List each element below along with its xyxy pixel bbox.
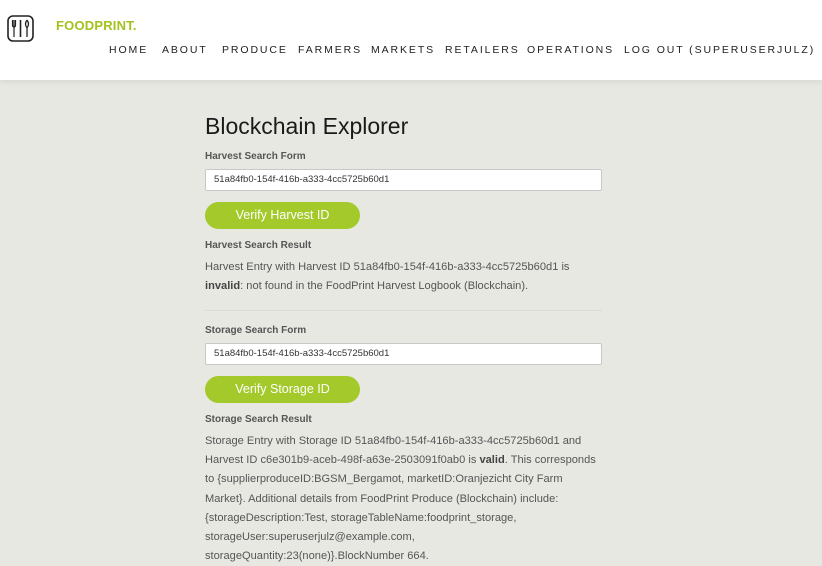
storage-result-label: Storage Search Result [205,414,312,425]
site-header: FOODPRINT. HOME ABOUT PRODUCE FARMERS MA… [0,0,822,80]
verify-storage-button[interactable]: Verify Storage ID [205,376,360,403]
harvest-result-label: Harvest Search Result [205,240,312,251]
nav-markets[interactable]: MARKETS [371,44,435,56]
verify-harvest-button[interactable]: Verify Harvest ID [205,202,360,229]
section-divider [205,310,602,311]
harvest-result-text: Harvest Entry with Harvest ID 51a84fb0-1… [205,261,570,293]
harvest-id-input[interactable]: 51a84fb0-154f-416b-a333-4cc5725b60d1 [205,169,602,191]
main-nav: HOME ABOUT PRODUCE FARMERS MARKETS RETAI… [0,44,822,58]
nav-logout[interactable]: LOG OUT (SUPERUSERJULZ) [624,44,815,56]
nav-home[interactable]: HOME [109,44,148,56]
storage-status: valid [479,454,505,467]
storage-result-text: Storage Entry with Storage ID 51a84fb0-1… [205,435,596,563]
storage-form-label: Storage Search Form [205,325,307,336]
foodprint-logo-icon[interactable] [7,15,34,42]
page-title: Blockchain Explorer [205,113,409,139]
nav-operations[interactable]: OPERATIONS [527,44,614,56]
nav-farmers[interactable]: FARMERS [298,44,362,56]
nav-about[interactable]: ABOUT [162,44,208,56]
nav-retailers[interactable]: RETAILERS [445,44,520,56]
brand-name[interactable]: FOODPRINT. [56,18,137,33]
harvest-form-label: Harvest Search Form [205,151,306,162]
harvest-status: invalid [205,280,241,293]
nav-produce[interactable]: PRODUCE [222,44,288,56]
storage-id-input[interactable]: 51a84fb0-154f-416b-a333-4cc5725b60d1 [205,343,602,365]
